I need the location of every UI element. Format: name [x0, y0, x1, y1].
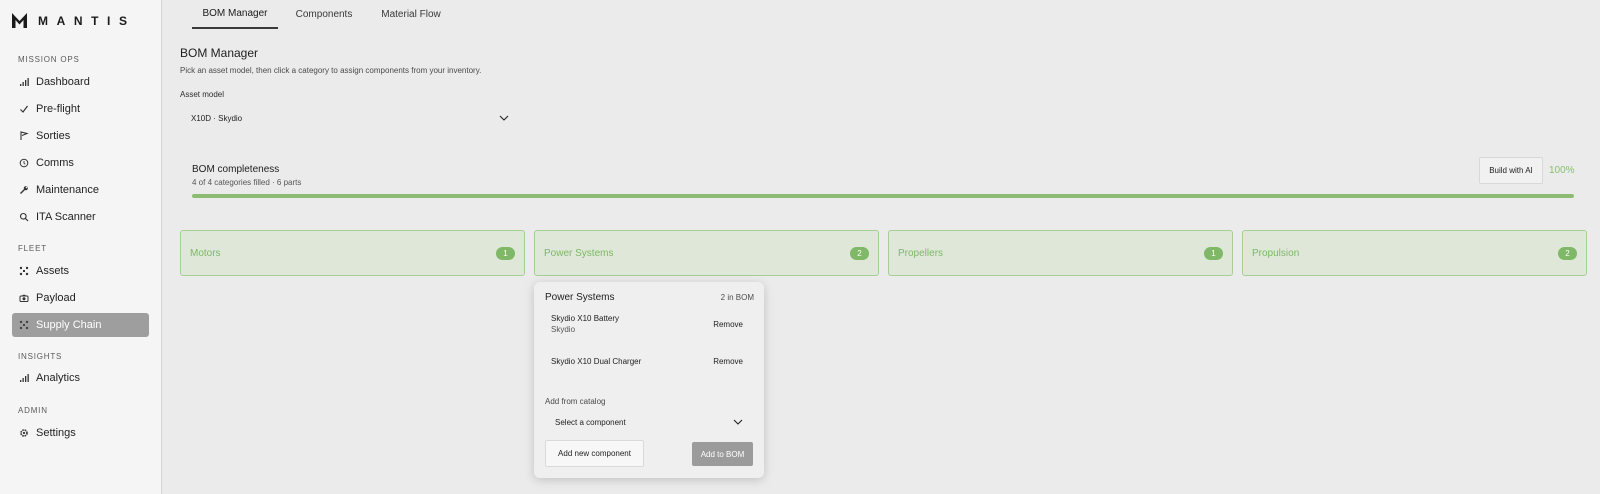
sidebar-item-label: Pre-flight — [36, 103, 81, 115]
sidebar-item-sorties[interactable]: Sorties — [12, 124, 149, 148]
popover-count: 2 in BOM — [720, 293, 754, 302]
category-card-power-systems[interactable]: Power Systems 2 — [534, 230, 879, 276]
clock-icon — [12, 158, 36, 168]
sidebar-item-label: Comms — [36, 157, 74, 169]
section-insights: INSIGHTS — [18, 352, 63, 361]
bar-chart-icon — [12, 77, 36, 87]
search-icon — [12, 212, 36, 222]
component-select-placeholder: Select a component — [555, 417, 626, 427]
check-icon — [12, 104, 36, 114]
sidebar-item-pre-flight[interactable]: Pre-flight — [12, 97, 149, 121]
component-select[interactable]: Select a component — [545, 412, 753, 432]
chevron-down-icon — [733, 419, 743, 425]
camera-icon — [12, 293, 36, 303]
category-card-propellers[interactable]: Propellers 1 — [888, 230, 1233, 276]
completeness-percent: 100% — [1549, 165, 1575, 176]
sidebar-item-label: Settings — [36, 427, 76, 439]
mantis-logo-icon — [12, 13, 27, 28]
wrench-icon — [12, 185, 36, 195]
bom-item-name: Skydio X10 Dual Charger — [551, 357, 642, 366]
category-count-badge: 2 — [1558, 246, 1577, 260]
completeness-progress-bar — [192, 194, 1574, 198]
add-new-component-button[interactable]: Add new component — [545, 440, 644, 467]
chevron-down-icon — [499, 115, 509, 121]
completeness-title: BOM completeness — [192, 164, 280, 175]
sidebar-item-label: Supply Chain — [36, 319, 102, 331]
completeness-progress-fill — [192, 194, 1574, 198]
bom-item-name: Skydio X10 Battery — [551, 314, 620, 323]
build-with-ai-button[interactable]: Build with AI — [1479, 157, 1543, 184]
category-count-badge: 1 — [496, 246, 515, 260]
bom-item-brand: Skydio — [551, 325, 576, 334]
drone-icon — [12, 266, 36, 276]
category-name: Propellers — [898, 247, 944, 259]
add-to-bom-button[interactable]: Add to BOM — [692, 442, 753, 466]
remove-button[interactable]: Remove — [713, 357, 743, 366]
category-card-motors[interactable]: Motors 1 — [180, 230, 525, 276]
asset-model-label: Asset model — [180, 90, 225, 99]
page-title: BOM Manager — [180, 46, 259, 60]
category-count-badge: 1 — [1204, 246, 1223, 260]
sidebar-item-label: ITA Scanner — [36, 211, 96, 223]
asset-model-select[interactable]: X10D · Skydio — [180, 106, 520, 130]
completeness-subtitle: 4 of 4 categories filled · 6 parts — [192, 178, 302, 187]
category-count-badge: 2 — [850, 246, 869, 260]
sidebar: MANTIS MISSION OPS Dashboard Pre-flight … — [0, 0, 162, 494]
category-name: Power Systems — [544, 247, 614, 259]
drone-icon — [12, 320, 36, 330]
sidebar-item-label: Payload — [36, 292, 76, 304]
sidebar-item-settings[interactable]: Settings — [12, 421, 149, 445]
gear-icon — [12, 428, 36, 438]
sidebar-item-maintenance[interactable]: Maintenance — [12, 178, 149, 202]
tab-components[interactable]: Components — [286, 0, 362, 29]
sidebar-item-supply-chain[interactable]: Supply Chain — [12, 313, 149, 337]
remove-button[interactable]: Remove — [713, 320, 743, 329]
bom-item: Skydio X10 Battery Skydio Remove — [545, 312, 753, 342]
logo[interactable]: MANTIS — [11, 12, 136, 29]
asset-model-value: X10D · Skydio — [191, 113, 243, 123]
sidebar-item-label: Analytics — [36, 372, 81, 384]
sidebar-item-comms[interactable]: Comms — [12, 151, 149, 175]
category-name: Motors — [190, 247, 221, 259]
sidebar-item-ita-scanner[interactable]: ITA Scanner — [12, 205, 149, 229]
sidebar-item-label: Dashboard — [36, 76, 90, 88]
category-card-propulsion[interactable]: Propulsion 2 — [1242, 230, 1587, 276]
sidebar-item-label: Maintenance — [36, 184, 99, 196]
bar-chart-icon — [12, 373, 36, 383]
tab-bom-manager[interactable]: BOM Manager — [192, 0, 278, 29]
sidebar-item-analytics[interactable]: Analytics — [12, 366, 149, 390]
popover-title: Power Systems — [545, 292, 615, 303]
page-subtitle: Pick an asset model, then click a catego… — [180, 66, 482, 75]
sidebar-item-dashboard[interactable]: Dashboard — [12, 70, 149, 94]
sidebar-item-payload[interactable]: Payload — [12, 286, 149, 310]
sidebar-item-label: Sorties — [36, 130, 71, 142]
category-name: Propulsion — [1252, 247, 1300, 259]
section-fleet: FLEET — [18, 244, 47, 253]
brand-name: MANTIS — [38, 13, 136, 28]
category-popover: Power Systems 2 in BOM Skydio X10 Batter… — [534, 282, 764, 478]
sidebar-item-label: Assets — [36, 265, 70, 277]
bom-item: Skydio X10 Dual Charger Remove — [545, 354, 753, 372]
flag-icon — [12, 131, 36, 141]
section-admin: ADMIN — [18, 406, 48, 415]
sidebar-item-assets[interactable]: Assets — [12, 259, 149, 283]
add-from-catalog-label: Add from catalog — [545, 397, 606, 406]
section-mission-ops: MISSION OPS — [18, 55, 80, 64]
tab-material-flow[interactable]: Material Flow — [372, 0, 450, 29]
